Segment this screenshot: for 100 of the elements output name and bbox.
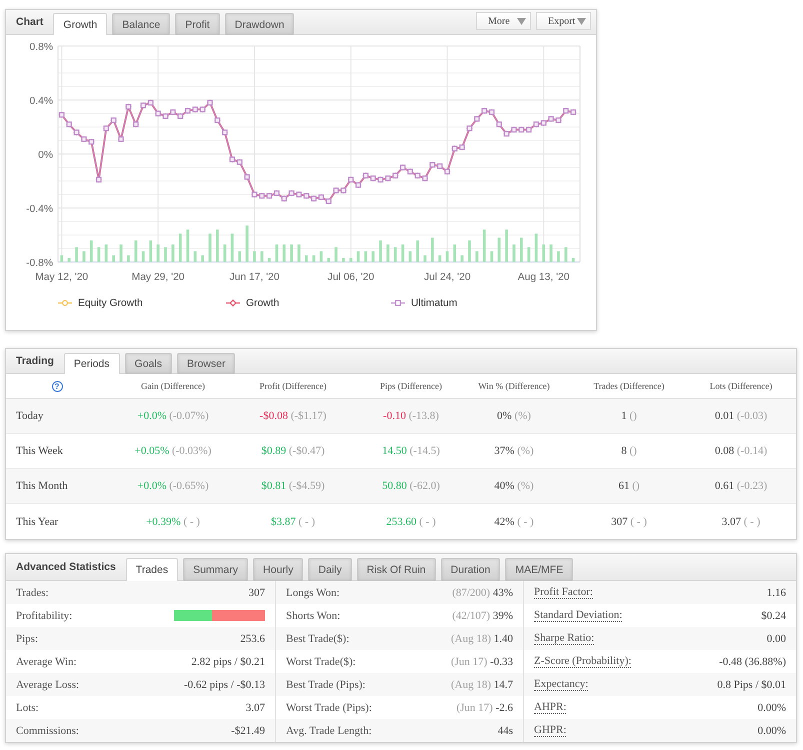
stat-label: Z-Score (Probability): <box>534 655 632 668</box>
column-header: Gain (Difference) <box>140 381 206 391</box>
activity-bar <box>216 230 219 262</box>
stat-label: Best Trade($): <box>286 632 350 644</box>
activity-bar <box>505 230 508 262</box>
help-icon[interactable]: ? <box>52 380 62 392</box>
stat-value: 3.07 <box>246 702 265 714</box>
activity-bar <box>172 244 174 262</box>
tab[interactable]: Duration <box>440 558 500 581</box>
stat-value: 2.82 pips / $0.21 <box>191 656 265 668</box>
activity-bar <box>290 244 293 262</box>
stat-value: -0.48 (36.88%) <box>719 656 786 668</box>
activity-bar <box>564 247 568 262</box>
activity-bar <box>342 258 345 262</box>
dropdown-button[interactable]: Export <box>536 12 591 30</box>
square-marker <box>459 144 465 150</box>
activity-bar <box>512 244 516 262</box>
activity-bar <box>557 251 560 262</box>
activity-bar <box>424 255 426 262</box>
tab[interactable]: Periods <box>64 353 120 374</box>
square-marker <box>452 146 458 152</box>
stat-value: (Aug 18) 14.7 <box>450 678 513 690</box>
tab[interactable]: Balance <box>112 13 170 35</box>
legend-item[interactable]: Equity Growth <box>58 298 143 308</box>
square-marker <box>362 172 368 178</box>
period-label: This Month <box>16 480 68 492</box>
stat-label: Avg. Trade Length: <box>286 724 372 736</box>
stat-value: 0.00% <box>758 724 786 736</box>
period-label: Today <box>16 410 44 422</box>
table-cell: 0% (%) <box>497 410 531 422</box>
tab[interactable]: Browser <box>176 353 236 374</box>
square-marker <box>207 100 213 106</box>
activity-bar <box>460 255 464 262</box>
activity-bar <box>401 244 404 262</box>
table-cell: 37% (%) <box>494 445 534 457</box>
tab[interactable]: Goals <box>124 353 172 374</box>
table-cell: 0.08 (-0.14) <box>714 445 768 457</box>
table-cell: -0.10 (-13.8) <box>383 410 439 422</box>
activity-bar <box>223 244 226 262</box>
tab[interactable]: Summary <box>183 558 248 581</box>
activity-bar <box>542 244 546 262</box>
activity-bar <box>327 258 330 262</box>
stat-value: 44s <box>498 724 513 736</box>
table-cell: 14.50 (-14.5) <box>382 445 440 457</box>
activity-bar <box>520 238 523 262</box>
activity-bar <box>112 255 115 262</box>
tab[interactable]: Risk Of Ruin <box>356 558 436 581</box>
activity-bar <box>312 255 316 262</box>
table-cell: +0.39% ( - ) <box>146 516 200 528</box>
activity-bar <box>75 247 78 262</box>
stat-value: 0.00% <box>758 702 786 714</box>
legend-item[interactable]: Growth <box>226 298 280 308</box>
legend-item[interactable]: Ultimatum <box>391 298 458 308</box>
period-label: This Year <box>16 516 58 528</box>
table-cell: 0.61 (-0.23) <box>714 480 768 492</box>
y-axis-label: 0.8% <box>30 42 53 53</box>
tab[interactable]: Growth <box>53 13 108 35</box>
stat-label: Average Loss: <box>16 678 80 690</box>
activity-bar <box>550 244 552 262</box>
tab[interactable]: Trades <box>126 558 178 581</box>
stat-value: (Jun 17) -0.33 <box>450 656 513 668</box>
panel-title: Trading <box>15 355 54 367</box>
period-label: This Week <box>16 445 63 457</box>
square-marker <box>556 117 562 124</box>
caret-icon <box>517 18 526 24</box>
activity-bar <box>194 251 197 262</box>
table-cell: +0.0% (-0.07%) <box>137 410 209 422</box>
stat-label: Longs Won: <box>286 586 340 598</box>
tab[interactable]: Drawdown <box>224 13 294 35</box>
activity-bar <box>246 226 248 262</box>
table-cell: 3.07 ( - ) <box>722 516 760 528</box>
stat-label: Shorts Won: <box>286 610 340 622</box>
y-axis-label: -0.8% <box>26 258 53 269</box>
stat-label: Average Win: <box>16 656 77 668</box>
tab[interactable]: Profit <box>175 13 220 35</box>
tab[interactable]: Daily <box>308 558 352 581</box>
activity-bar <box>527 247 530 262</box>
stat-label: Best Trade (Pips): <box>286 678 366 690</box>
activity-bar <box>104 244 108 262</box>
activity-bar <box>438 255 442 262</box>
column-header: Pips (Difference) <box>380 381 442 391</box>
stat-value: 1.16 <box>766 586 786 598</box>
tab[interactable]: MAE/MFE <box>505 558 574 581</box>
square-marker <box>126 104 132 110</box>
dropdown-button[interactable]: More <box>476 12 531 30</box>
table-cell: 40% (%) <box>494 480 534 492</box>
stat-label: Pips: <box>16 632 38 644</box>
y-axis-label: 0% <box>38 150 53 161</box>
x-axis-label: Jul 06, '20 <box>328 272 374 283</box>
stat-label: Expectancy: <box>534 678 588 691</box>
stat-label: Profitability: <box>16 610 72 622</box>
tab[interactable]: Hourly <box>253 558 304 581</box>
y-axis-label: 0.4% <box>30 96 53 107</box>
table-cell: 253.60 ( - ) <box>386 516 436 528</box>
activity-bar <box>208 234 212 262</box>
activity-bar <box>164 247 167 262</box>
stat-value: (Aug 18) 1.40 <box>450 632 513 644</box>
activity-bar <box>260 251 264 262</box>
column-header: Trades (Difference) <box>594 381 664 391</box>
activity-bar <box>476 251 478 262</box>
